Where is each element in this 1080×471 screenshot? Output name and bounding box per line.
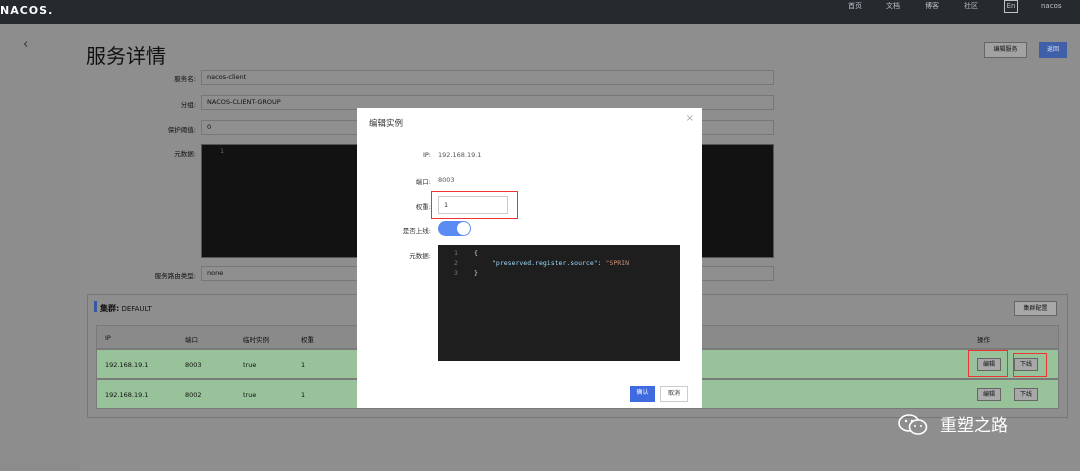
watermark-text: 重塑之路 bbox=[940, 416, 1008, 436]
service-name-field: nacos-client bbox=[201, 70, 774, 85]
language-switch[interactable]: En bbox=[1004, 0, 1018, 13]
line-number: 2 bbox=[454, 259, 458, 267]
row-edit-button[interactable]: 编辑 bbox=[977, 388, 1001, 401]
code-value: "SPRIN bbox=[605, 259, 629, 267]
online-label: 是否上线: bbox=[402, 227, 431, 235]
column-header-weight: 权重 bbox=[301, 336, 314, 344]
code-content: { "preserved.register.source": "SPRIN } bbox=[474, 245, 648, 361]
service-name-label: 服务名: bbox=[174, 75, 196, 83]
line-gutter: 1 2 3 bbox=[438, 245, 474, 361]
nav-docs[interactable]: 文档 bbox=[886, 0, 900, 13]
row-weight: 1 bbox=[301, 391, 306, 399]
nav-home[interactable]: 首页 bbox=[848, 0, 862, 13]
ip-value: 192.168.19.1 bbox=[438, 151, 482, 159]
user-name[interactable]: nacos bbox=[1041, 0, 1062, 13]
code-key: "preserved.register.source" bbox=[492, 259, 598, 267]
metadata-label: 元数据: bbox=[409, 252, 431, 260]
cluster-title-label: 集群: bbox=[100, 304, 120, 313]
dialog-title: 编辑实例 bbox=[369, 119, 404, 129]
protect-threshold-label: 保护阈值: bbox=[167, 126, 196, 134]
code-open-brace: { bbox=[474, 249, 478, 257]
nav-blog[interactable]: 博客 bbox=[925, 0, 939, 13]
nacos-logo[interactable]: NACOS. bbox=[0, 4, 53, 17]
column-header-ephemeral: 临时实例 bbox=[243, 336, 269, 344]
cluster-title: 集群: DEFAULT bbox=[100, 303, 152, 314]
close-icon[interactable]: × bbox=[686, 113, 694, 124]
row-offline-button[interactable]: 下线 bbox=[1014, 388, 1038, 401]
group-label: 分组: bbox=[180, 101, 196, 109]
metadata-code-editor[interactable]: 1 2 3 { "preserved.register.source": "SP… bbox=[438, 245, 680, 361]
cluster-name: DEFAULT bbox=[121, 305, 152, 313]
code-close-brace: } bbox=[474, 269, 478, 277]
back-arrow-icon[interactable]: ‹ bbox=[23, 37, 28, 52]
cluster-config-button[interactable]: 集群配置 bbox=[1014, 301, 1057, 316]
page-title: 服务详情 bbox=[86, 44, 166, 68]
nav-community[interactable]: 社区 bbox=[964, 0, 978, 13]
code-line: "preserved.register.source": "SPRIN bbox=[492, 259, 629, 267]
row-ephemeral: true bbox=[243, 361, 257, 369]
weight-label: 权重: bbox=[415, 203, 431, 211]
row-port: 8003 bbox=[185, 361, 202, 369]
wechat-icon bbox=[898, 414, 928, 435]
return-button[interactable]: 返回 bbox=[1039, 42, 1067, 58]
line-number: 3 bbox=[454, 269, 458, 277]
row-ephemeral: true bbox=[243, 391, 257, 399]
column-header-ip: IP bbox=[105, 334, 111, 342]
cluster-title-bar bbox=[94, 301, 97, 312]
confirm-button[interactable]: 确认 bbox=[630, 386, 655, 402]
highlight-weight-box bbox=[431, 191, 518, 219]
column-header-port: 端口 bbox=[185, 336, 198, 344]
highlight-offline-box bbox=[1013, 353, 1047, 377]
highlight-edit-box bbox=[968, 350, 1008, 377]
edit-service-button[interactable]: 编辑服务 bbox=[984, 42, 1027, 58]
column-header-actions: 操作 bbox=[977, 336, 990, 344]
route-type-label: 服务路由类型: bbox=[154, 272, 196, 280]
row-ip: 192.168.19.1 bbox=[105, 391, 149, 399]
ip-label: IP: bbox=[422, 151, 431, 159]
metadata-label: 元数据: bbox=[174, 150, 196, 158]
row-ip: 192.168.19.1 bbox=[105, 361, 149, 369]
row-port: 8002 bbox=[185, 391, 202, 399]
sidebar bbox=[0, 24, 80, 471]
edit-instance-dialog: 编辑实例 × IP: 192.168.19.1 端口: 8003 权重: 1 是… bbox=[357, 108, 702, 408]
row-weight: 1 bbox=[301, 361, 306, 369]
metadata-line-number: 1 bbox=[220, 147, 225, 155]
code-colon: : bbox=[597, 259, 606, 267]
line-number: 1 bbox=[454, 249, 458, 257]
top-navbar: NACOS. 首页 文档 博客 社区 En nacos bbox=[0, 0, 1080, 24]
cancel-button[interactable]: 取消 bbox=[660, 386, 688, 402]
online-toggle[interactable] bbox=[438, 221, 471, 236]
port-label: 端口: bbox=[415, 178, 431, 186]
port-value: 8003 bbox=[438, 176, 455, 184]
